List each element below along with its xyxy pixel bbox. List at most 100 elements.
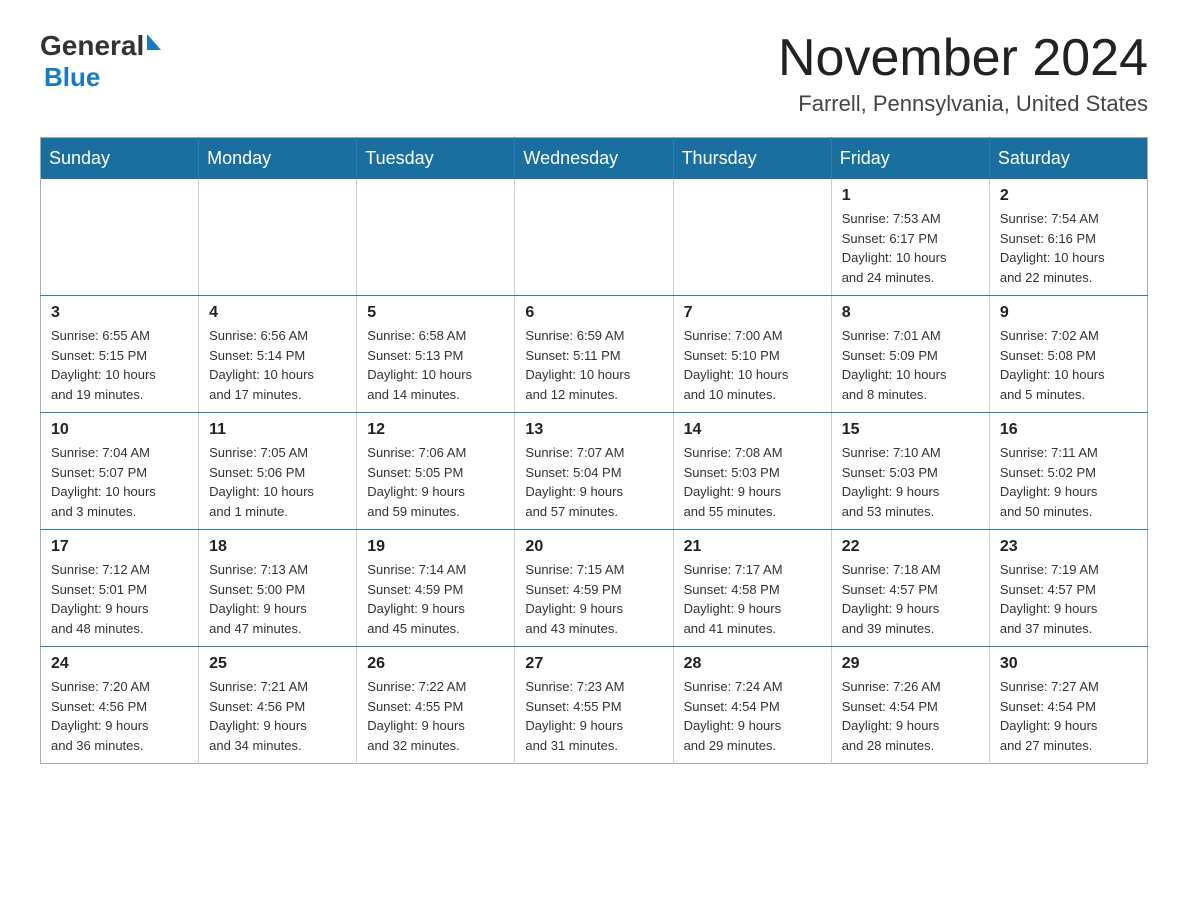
day-info: Sunrise: 7:12 AM Sunset: 5:01 PM Dayligh…: [51, 560, 188, 638]
calendar-cell: 12Sunrise: 7:06 AM Sunset: 5:05 PM Dayli…: [357, 413, 515, 530]
day-number: 25: [209, 655, 346, 673]
calendar-cell: 15Sunrise: 7:10 AM Sunset: 5:03 PM Dayli…: [831, 413, 989, 530]
day-info: Sunrise: 6:56 AM Sunset: 5:14 PM Dayligh…: [209, 326, 346, 404]
calendar-cell: 23 Sunrise: 7:19 AM Sunset: 4:57 PM Dayli…: [989, 530, 1147, 647]
day-number: 30: [1000, 655, 1137, 673]
day-info: Sunrise: 7:08 AM Sunset: 5:03 PM Dayligh…: [684, 443, 821, 521]
calendar-cell: 29 Sunrise: 7:26 AM Sunset: 4:54 PM Dayli…: [831, 647, 989, 764]
day-number: 27: [525, 655, 662, 673]
weekday-header-sunday: Sunday: [41, 138, 199, 180]
weekday-header-friday: Friday: [831, 138, 989, 180]
logo-general-text: General: [40, 30, 144, 62]
day-number: 9: [1000, 304, 1137, 322]
day-number: 2: [1000, 187, 1137, 205]
day-info: Sunrise: 7:20 AM Sunset: 4:56 PM Dayligh…: [51, 677, 188, 755]
day-number: 14: [684, 421, 821, 439]
day-info: Sunrise: 6:59 AM Sunset: 5:11 PM Dayligh…: [525, 326, 662, 404]
calendar-week-1: 1 Sunrise: 7:53 AM Sunset: 6:17 PM Daylig…: [41, 179, 1148, 296]
day-info: Sunrise: 7:27 AM Sunset: 4:54 PM Dayligh…: [1000, 677, 1137, 755]
calendar-cell: 24 Sunrise: 7:20 AM Sunset: 4:56 PM Dayli…: [41, 647, 199, 764]
day-info: Sunrise: 7:11 AM Sunset: 5:02 PM Dayligh…: [1000, 443, 1137, 521]
day-info: Sunrise: 7:23 AM Sunset: 4:55 PM Dayligh…: [525, 677, 662, 755]
location-subtitle: Farrell, Pennsylvania, United States: [778, 91, 1148, 117]
day-number: 29: [842, 655, 979, 673]
weekday-header-row: SundayMondayTuesdayWednesdayThursdayFrid…: [41, 138, 1148, 180]
day-info: Sunrise: 6:58 AM Sunset: 5:13 PM Dayligh…: [367, 326, 504, 404]
calendar-cell: [673, 179, 831, 296]
day-number: 4: [209, 304, 346, 322]
day-info: Sunrise: 7:21 AM Sunset: 4:56 PM Dayligh…: [209, 677, 346, 755]
day-number: 16: [1000, 421, 1137, 439]
calendar-cell: 22 Sunrise: 7:18 AM Sunset: 4:57 PM Dayli…: [831, 530, 989, 647]
weekday-header-wednesday: Wednesday: [515, 138, 673, 180]
day-number: 15: [842, 421, 979, 439]
day-number: 22: [842, 538, 979, 556]
day-info: Sunrise: 7:19 AM Sunset: 4:57 PM Dayligh…: [1000, 560, 1137, 638]
day-info: Sunrise: 7:05 AM Sunset: 5:06 PM Dayligh…: [209, 443, 346, 521]
calendar-cell: [357, 179, 515, 296]
calendar-cell: 20Sunrise: 7:15 AM Sunset: 4:59 PM Dayli…: [515, 530, 673, 647]
day-number: 7: [684, 304, 821, 322]
logo: General Blue: [40, 30, 161, 93]
calendar-week-5: 24 Sunrise: 7:20 AM Sunset: 4:56 PM Dayli…: [41, 647, 1148, 764]
calendar-cell: 21 Sunrise: 7:17 AM Sunset: 4:58 PM Dayli…: [673, 530, 831, 647]
day-info: Sunrise: 7:01 AM Sunset: 5:09 PM Dayligh…: [842, 326, 979, 404]
day-number: 23: [1000, 538, 1137, 556]
calendar-week-3: 10 Sunrise: 7:04 AM Sunset: 5:07 PM Dayli…: [41, 413, 1148, 530]
day-number: 21: [684, 538, 821, 556]
title-section: November 2024 Farrell, Pennsylvania, Uni…: [778, 30, 1148, 117]
day-info: Sunrise: 7:04 AM Sunset: 5:07 PM Dayligh…: [51, 443, 188, 521]
calendar-table: SundayMondayTuesdayWednesdayThursdayFrid…: [40, 137, 1148, 764]
day-info: Sunrise: 7:53 AM Sunset: 6:17 PM Dayligh…: [842, 209, 979, 287]
day-number: 24: [51, 655, 188, 673]
calendar-cell: 1 Sunrise: 7:53 AM Sunset: 6:17 PM Daylig…: [831, 179, 989, 296]
day-info: Sunrise: 6:55 AM Sunset: 5:15 PM Dayligh…: [51, 326, 188, 404]
day-number: 10: [51, 421, 188, 439]
day-number: 11: [209, 421, 346, 439]
day-number: 6: [525, 304, 662, 322]
day-number: 12: [367, 421, 504, 439]
month-title: November 2024: [778, 30, 1148, 87]
calendar-cell: 17 Sunrise: 7:12 AM Sunset: 5:01 PM Dayli…: [41, 530, 199, 647]
calendar-cell: 9 Sunrise: 7:02 AM Sunset: 5:08 PM Daylig…: [989, 296, 1147, 413]
day-info: Sunrise: 7:02 AM Sunset: 5:08 PM Dayligh…: [1000, 326, 1137, 404]
calendar-cell: [199, 179, 357, 296]
page-header: General Blue November 2024 Farrell, Penn…: [40, 30, 1148, 117]
day-number: 26: [367, 655, 504, 673]
logo-arrow-icon: [147, 34, 161, 50]
day-info: Sunrise: 7:07 AM Sunset: 5:04 PM Dayligh…: [525, 443, 662, 521]
day-number: 19: [367, 538, 504, 556]
day-info: Sunrise: 7:15 AM Sunset: 4:59 PM Dayligh…: [525, 560, 662, 638]
day-info: Sunrise: 7:00 AM Sunset: 5:10 PM Dayligh…: [684, 326, 821, 404]
calendar-week-4: 17 Sunrise: 7:12 AM Sunset: 5:01 PM Dayli…: [41, 530, 1148, 647]
calendar-cell: 4 Sunrise: 6:56 AM Sunset: 5:14 PM Daylig…: [199, 296, 357, 413]
calendar-cell: 6 Sunrise: 6:59 AM Sunset: 5:11 PM Daylig…: [515, 296, 673, 413]
day-info: Sunrise: 7:17 AM Sunset: 4:58 PM Dayligh…: [684, 560, 821, 638]
logo-blue-text: Blue: [44, 62, 100, 92]
day-info: Sunrise: 7:13 AM Sunset: 5:00 PM Dayligh…: [209, 560, 346, 638]
weekday-header-thursday: Thursday: [673, 138, 831, 180]
day-number: 8: [842, 304, 979, 322]
calendar-cell: 13 Sunrise: 7:07 AM Sunset: 5:04 PM Dayli…: [515, 413, 673, 530]
day-info: Sunrise: 7:22 AM Sunset: 4:55 PM Dayligh…: [367, 677, 504, 755]
calendar-cell: 30 Sunrise: 7:27 AM Sunset: 4:54 PM Dayli…: [989, 647, 1147, 764]
calendar-cell: 19 Sunrise: 7:14 AM Sunset: 4:59 PM Dayli…: [357, 530, 515, 647]
calendar-cell: 3 Sunrise: 6:55 AM Sunset: 5:15 PM Daylig…: [41, 296, 199, 413]
calendar-cell: 28Sunrise: 7:24 AM Sunset: 4:54 PM Dayli…: [673, 647, 831, 764]
calendar-cell: 18Sunrise: 7:13 AM Sunset: 5:00 PM Dayli…: [199, 530, 357, 647]
day-number: 17: [51, 538, 188, 556]
day-info: Sunrise: 7:18 AM Sunset: 4:57 PM Dayligh…: [842, 560, 979, 638]
calendar-cell: 2Sunrise: 7:54 AM Sunset: 6:16 PM Daylig…: [989, 179, 1147, 296]
day-number: 1: [842, 187, 979, 205]
calendar-cell: [41, 179, 199, 296]
weekday-header-tuesday: Tuesday: [357, 138, 515, 180]
day-info: Sunrise: 7:26 AM Sunset: 4:54 PM Dayligh…: [842, 677, 979, 755]
day-number: 5: [367, 304, 504, 322]
calendar-cell: 27 Sunrise: 7:23 AM Sunset: 4:55 PM Dayli…: [515, 647, 673, 764]
day-info: Sunrise: 7:14 AM Sunset: 4:59 PM Dayligh…: [367, 560, 504, 638]
day-number: 13: [525, 421, 662, 439]
calendar-cell: 25 Sunrise: 7:21 AM Sunset: 4:56 PM Dayli…: [199, 647, 357, 764]
day-number: 3: [51, 304, 188, 322]
day-number: 28: [684, 655, 821, 673]
calendar-cell: [515, 179, 673, 296]
